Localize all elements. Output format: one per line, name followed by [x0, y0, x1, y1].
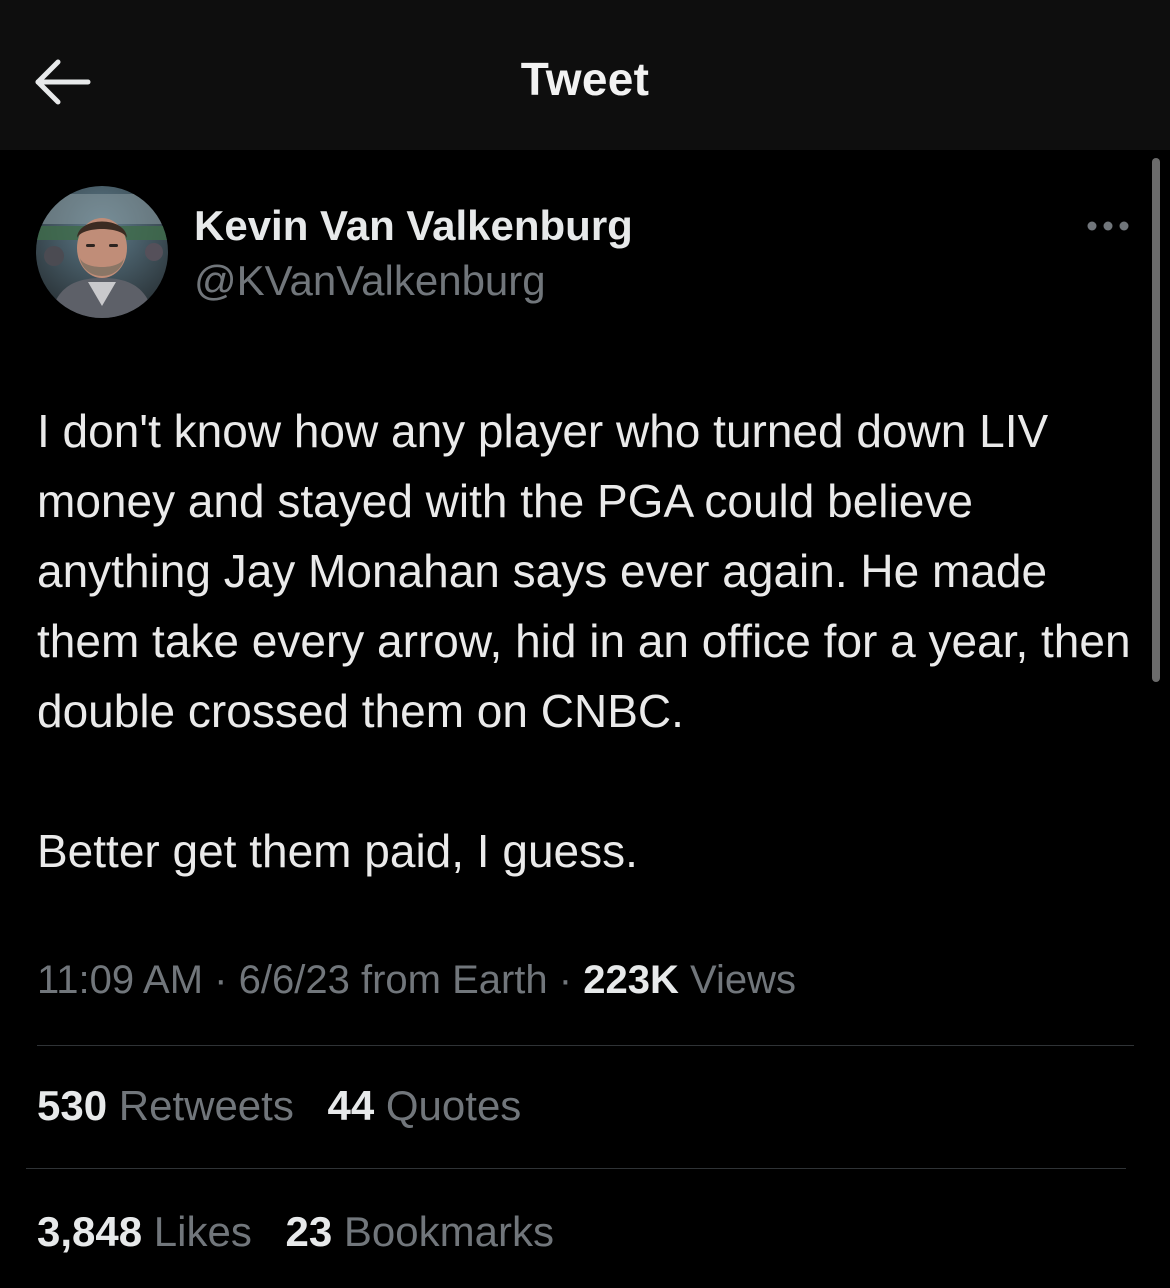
views-count: 223K — [583, 958, 679, 1002]
retweets-label: Retweets — [118, 1082, 294, 1129]
tweet-paragraph: I don't know how any player who turned d… — [37, 405, 1131, 737]
divider — [37, 1045, 1134, 1046]
retweets-stat[interactable]: 530 Retweets — [37, 1082, 294, 1129]
page-title: Tweet — [520, 53, 650, 105]
author-name[interactable]: Kevin Van Valkenburg — [194, 202, 633, 250]
tweet-metadata: 11:09 AM · 6/6/23 from Earth · 223K View… — [37, 958, 796, 1003]
tweet-text: I don't know how any player who turned d… — [37, 396, 1137, 886]
avatar[interactable] — [36, 186, 168, 318]
quotes-label: Quotes — [385, 1082, 522, 1129]
more-horizontal-icon — [1087, 221, 1129, 231]
quotes-count: 44 — [327, 1082, 375, 1129]
bookmarks-stat[interactable]: 23 Bookmarks — [286, 1208, 554, 1255]
tweet-paragraph: Better get them paid, I guess. — [37, 825, 638, 877]
bookmarks-label: Bookmarks — [343, 1208, 554, 1255]
meta-separator: · — [558, 958, 573, 1002]
retweets-count: 530 — [37, 1082, 108, 1129]
top-bar: Tweet — [0, 0, 1170, 150]
tweet-time[interactable]: 11:09 AM — [37, 958, 203, 1002]
more-options-button[interactable] — [1082, 210, 1134, 242]
scrollbar[interactable] — [1152, 158, 1160, 682]
tweet-date-source[interactable]: 6/6/23 from Earth — [239, 958, 548, 1002]
author-handle[interactable]: @KVanValkenburg — [194, 257, 546, 305]
likes-stat[interactable]: 3,848 Likes — [37, 1208, 252, 1255]
likes-label: Likes — [153, 1208, 252, 1255]
engagement-stats-row: 3,848 Likes 23 Bookmarks — [37, 1208, 576, 1256]
views-label: Views — [690, 958, 796, 1002]
bookmarks-count: 23 — [285, 1208, 333, 1255]
likes-count: 3,848 — [37, 1208, 143, 1255]
meta-separator: · — [214, 958, 228, 1002]
quotes-stat[interactable]: 44 Quotes — [328, 1082, 522, 1129]
profile-photo — [36, 186, 168, 318]
engagement-stats-row: 530 Retweets 44 Quotes — [37, 1082, 543, 1130]
divider — [26, 1168, 1126, 1169]
